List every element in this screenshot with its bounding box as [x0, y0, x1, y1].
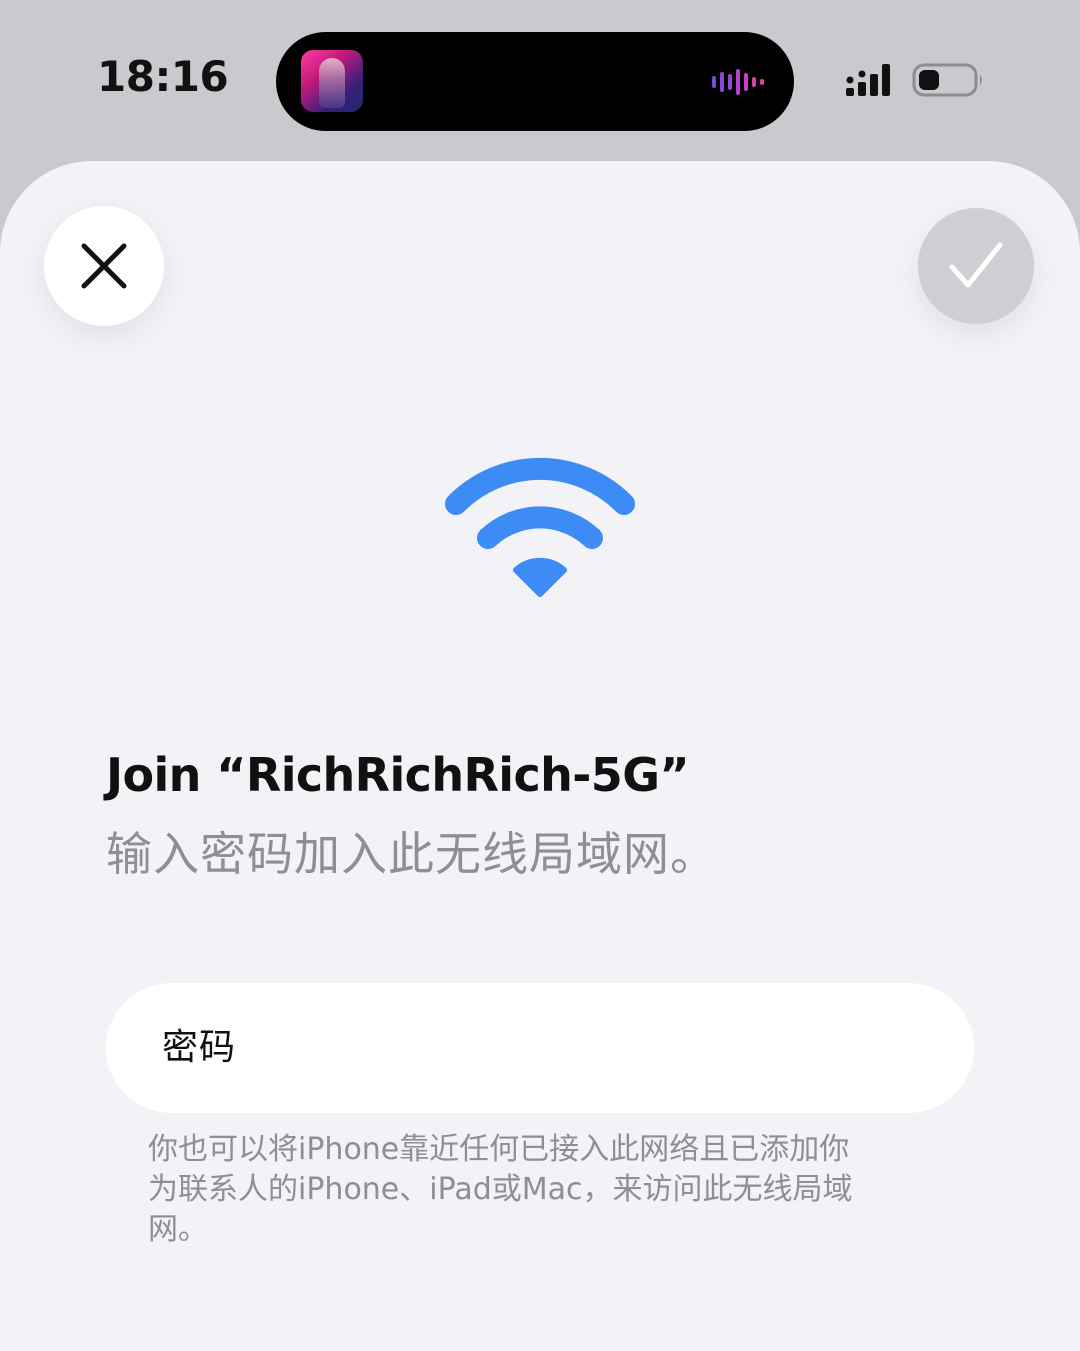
battery-low-icon — [912, 63, 982, 97]
sheet-title: Join “RichRichRich-5G” — [106, 748, 690, 802]
checkmark-icon — [949, 242, 1003, 288]
sheet-subtitle: 输入密码加入此无线局域网。 — [106, 827, 717, 881]
status-bar: 18:16 — [0, 0, 1080, 160]
dynamic-island[interactable] — [276, 32, 794, 131]
join-confirm-button[interactable] — [918, 208, 1034, 324]
audio-waveform-icon — [712, 69, 764, 95]
password-field[interactable]: 密码 — [106, 983, 974, 1113]
close-button[interactable] — [44, 206, 164, 326]
clock-time: 18:16 — [97, 52, 229, 101]
share-password-hint: 你也可以将iPhone靠近任何已接入此网络且已添加你为联系人的iPhone、iP… — [148, 1132, 853, 1247]
password-label: 密码 — [162, 1027, 237, 1068]
cellular-signal-icon — [846, 64, 890, 96]
album-art-thumbnail[interactable] — [301, 50, 363, 112]
close-x-icon — [81, 243, 127, 289]
wifi-icon — [445, 457, 635, 597]
